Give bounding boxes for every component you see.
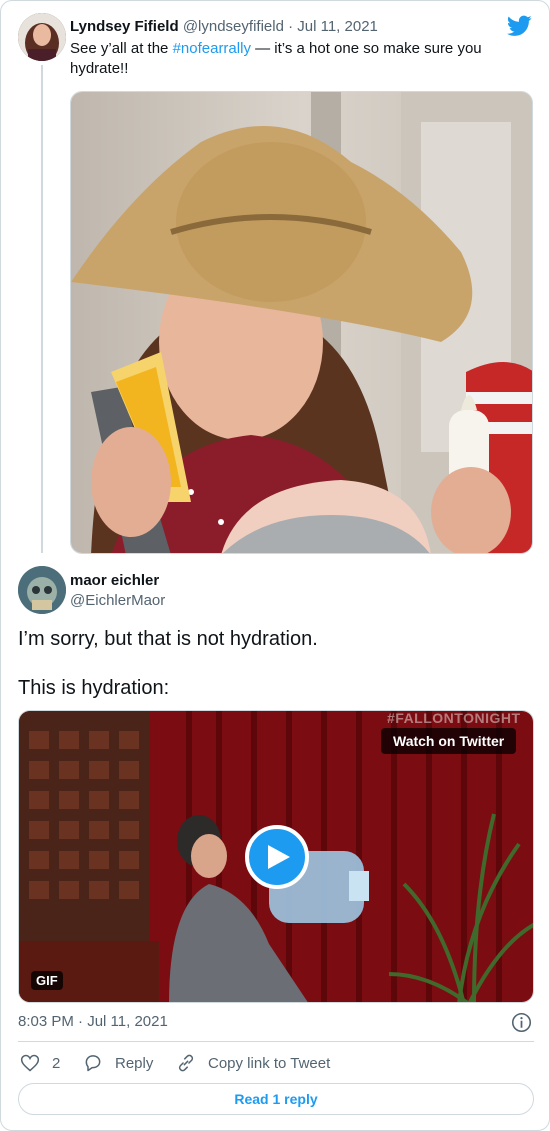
divider — [18, 1041, 534, 1042]
author-display-name[interactable]: maor eichler — [70, 572, 159, 590]
link-icon — [178, 1054, 194, 1072]
info-icon[interactable] — [511, 1012, 532, 1033]
play-icon — [268, 845, 290, 869]
twitter-bird-icon[interactable] — [507, 15, 532, 37]
hashtag-link[interactable]: #nofearrally — [173, 40, 251, 57]
reply-icon — [85, 1055, 101, 1072]
like-count: 2 — [52, 1054, 61, 1072]
parent-avatar[interactable] — [18, 13, 66, 61]
reply-label: Reply — [115, 1054, 154, 1072]
parent-tweet-text: See y’all at the #nofearrally — it’s a h… — [70, 39, 510, 79]
reply-button[interactable]: Reply — [83, 1052, 153, 1074]
show-watermark: #FALLONTONIGHT — [387, 710, 521, 726]
separator-dot: · — [288, 18, 294, 35]
author-avatar[interactable] — [18, 566, 66, 614]
parent-handle[interactable]: @lyndseyfifield — [183, 18, 284, 35]
play-button[interactable] — [245, 825, 309, 889]
parent-photo[interactable] — [70, 91, 533, 554]
tweet-timestamp[interactable]: 8:03 PM · Jul 11, 2021 — [18, 1013, 168, 1031]
like-button[interactable]: 2 — [20, 1052, 60, 1074]
read-replies-button[interactable]: Read 1 reply — [18, 1083, 534, 1115]
thread-line — [41, 65, 43, 553]
embedded-tweet-card: Lyndsey Fifield @lyndseyfifield · Jul 11… — [0, 0, 550, 1131]
copy-link-button[interactable]: Copy link to Tweet — [176, 1052, 330, 1074]
tweet-text-line: I’m sorry, but that is not hydration. — [18, 628, 318, 650]
parent-text-before: See y’all at the — [70, 40, 173, 57]
watch-on-twitter-button[interactable]: Watch on Twitter — [381, 728, 517, 754]
copy-link-label: Copy link to Tweet — [208, 1054, 331, 1072]
heart-icon — [20, 1054, 40, 1072]
parent-display-name[interactable]: Lyndsey Fifield — [70, 18, 179, 35]
author-handle[interactable]: @EichlerMaor — [70, 592, 165, 610]
parent-date[interactable]: Jul 11, 2021 — [297, 18, 378, 35]
parent-header: Lyndsey Fifield @lyndseyfifield · Jul 11… — [70, 18, 378, 36]
tweet-text-line: This is hydration: — [18, 677, 170, 699]
gif-badge: GIF — [31, 971, 63, 990]
